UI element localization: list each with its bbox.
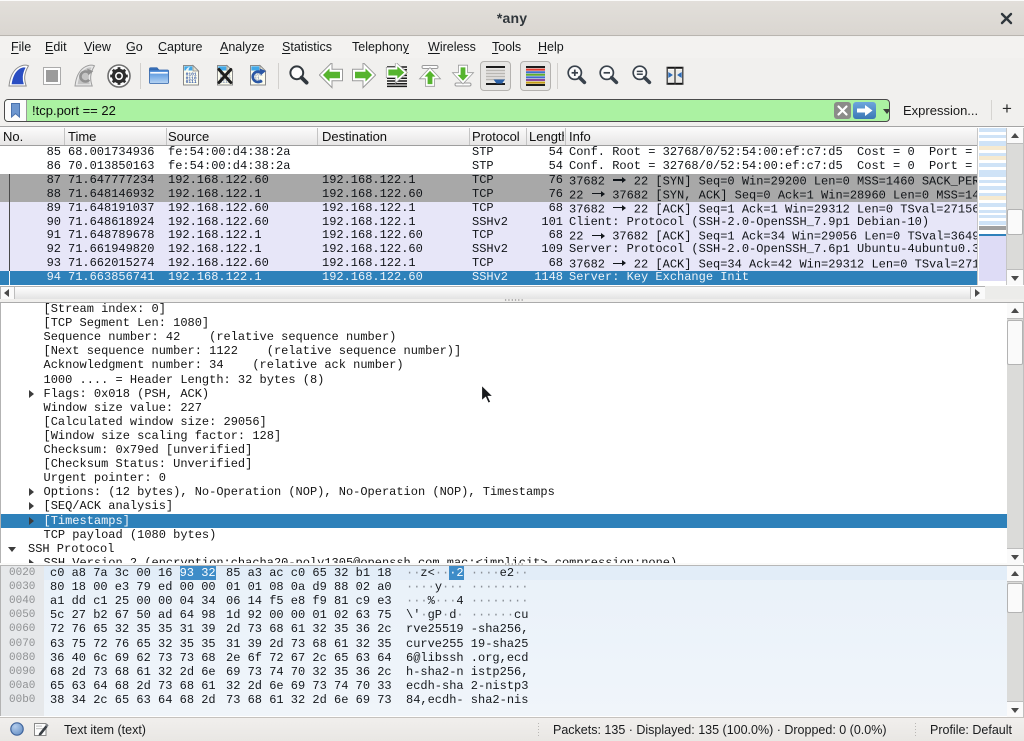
svg-text:0111: 0111	[186, 79, 197, 85]
